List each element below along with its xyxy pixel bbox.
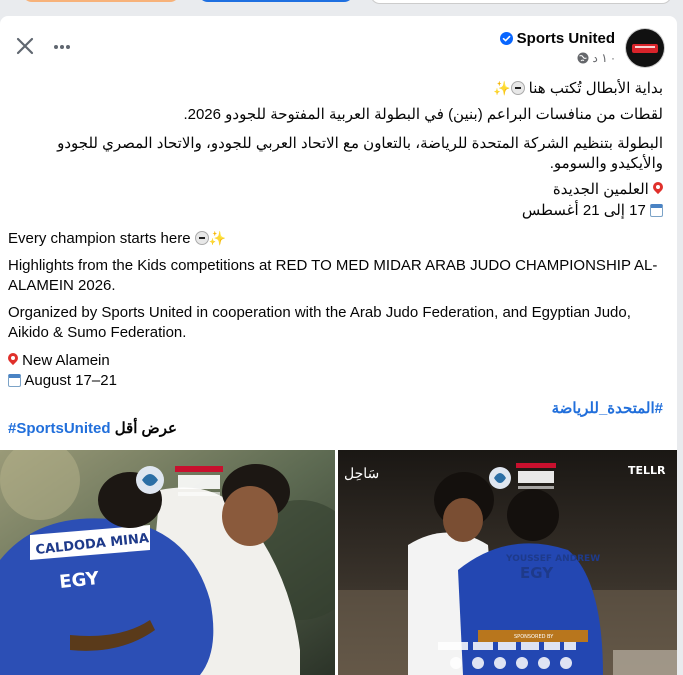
page-name[interactable]: Sports United — [517, 30, 615, 47]
ar-location: العلمين الجديدة — [553, 180, 663, 200]
hashtag-row: #SportsUnited عرض أقل — [8, 419, 177, 439]
judo-gi-emoji-icon — [194, 231, 209, 245]
page-avatar[interactable] — [626, 29, 664, 67]
en-location-text: New Alamein — [22, 352, 110, 369]
ar-line-3b: والأيكيدو والسومو. — [549, 155, 663, 172]
photo-right-sponsored-by: SPONSORED BY — [514, 634, 554, 640]
ar-dates-text: 17 إلى 21 أغسطس — [521, 202, 646, 219]
hashtag-ar-link[interactable]: #المتحدة_للرياضة — [552, 400, 663, 417]
en-dates: August 17–21 — [8, 371, 117, 391]
calendar-emoji-icon — [650, 204, 663, 217]
post-card: Sports United ١ د · بداية الأبطال تُكتب … — [0, 16, 677, 675]
sparkles-emoji-icon: ✨ — [208, 230, 227, 246]
en-line-3a: Organized by Sports United in cooperatio… — [8, 304, 631, 321]
ar-line-1-text: بداية الأبطال تُكتب هنا — [528, 80, 663, 97]
verified-badge-icon — [499, 32, 513, 45]
sparkles-emoji-icon: ✨ — [493, 80, 511, 96]
close-icon[interactable] — [14, 35, 36, 57]
en-location: New Alamein — [8, 351, 110, 371]
pin-emoji-icon — [8, 353, 18, 367]
photo-right-country: EGY — [520, 564, 554, 582]
photo-right-sponsor-right: TELLR — [628, 464, 666, 477]
top-button-1[interactable] — [22, 0, 180, 2]
en-line-2b: ALAMEIN 2026. — [8, 277, 116, 294]
globe-icon — [577, 52, 589, 64]
photo-left-country: EGY — [58, 568, 101, 593]
photo-left[interactable]: CALDODA MINA EGY — [0, 450, 335, 675]
ar-line-2: لقطات من منافسات البراعم (بنين) في البطو… — [183, 106, 663, 123]
avatar-logo-line — [635, 46, 655, 48]
en-line-1: Every champion starts here ✨ — [8, 228, 226, 249]
top-strip — [0, 0, 683, 16]
pin-emoji-icon — [653, 182, 663, 196]
more-icon[interactable] — [52, 37, 72, 57]
en-line-3b: Aikido & Sumo Federation. — [8, 324, 187, 341]
top-button-2[interactable] — [198, 0, 354, 2]
ar-dates: 17 إلى 21 أغسطس — [522, 201, 663, 221]
post-time[interactable]: ١ د · — [593, 51, 615, 65]
en-line-1-text: Every champion starts here — [8, 230, 191, 247]
photo-left-art: CALDODA MINA EGY — [0, 450, 335, 675]
photo-right-backname: YOUSSEF ANDREW — [505, 554, 600, 564]
photo-right[interactable]: سَاحِل TELLR YOUSSEF ANDREW EGY SPONSORE… — [338, 450, 677, 675]
see-less-button[interactable]: عرض أقل — [115, 420, 177, 437]
photo-right-art: سَاحِل TELLR YOUSSEF ANDREW EGY SPONSORE… — [338, 450, 677, 675]
hashtag-en-link[interactable]: #SportsUnited — [8, 420, 111, 437]
hashtag-ar[interactable]: #المتحدة_للرياضة — [552, 399, 663, 419]
ar-line-3a: البطولة بتنظيم الشركة المتحدة للرياضة، ب… — [57, 135, 663, 152]
page-name-row[interactable]: Sports United — [499, 30, 615, 47]
judo-gi-emoji-icon — [510, 81, 525, 95]
photo-grid: CALDODA MINA EGY سَاحِل TELLR YOUSSEF AN… — [0, 450, 677, 675]
photo-right-sponsor-left: سَاحِل — [344, 466, 379, 482]
top-button-3[interactable] — [370, 0, 672, 4]
en-dates-text: August 17–21 — [24, 372, 117, 389]
calendar-emoji-icon — [8, 374, 21, 387]
post-meta: ١ د · — [577, 51, 615, 65]
ar-location-text: العلمين الجديدة — [552, 181, 649, 198]
ar-line-1: بداية الأبطال تُكتب هنا ✨ — [493, 78, 663, 99]
en-line-2a: Highlights from the Kids competitions at… — [8, 257, 658, 274]
